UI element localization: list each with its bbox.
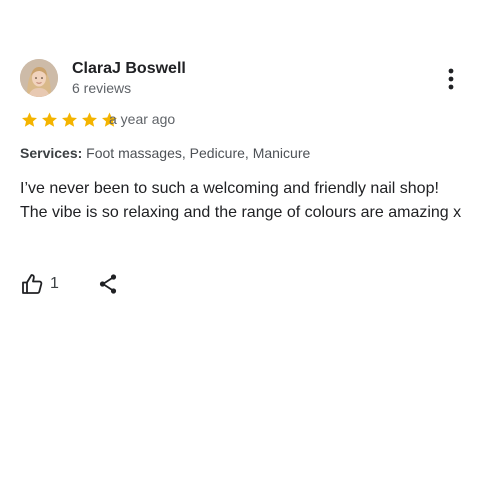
services-value: Foot massages, Pedicure, Manicure [86,145,311,161]
avatar[interactable] [20,59,58,97]
services-line: Services: Foot massages, Pedicure, Manic… [20,145,310,161]
more-options-button[interactable] [440,66,462,92]
review-text: I’ve never been to such a welcoming and … [20,180,462,221]
review-date: a year ago [109,111,176,127]
star-rating [20,111,119,129]
author-name[interactable]: ClaraJ Boswell [72,60,186,78]
share-button[interactable] [96,272,120,296]
review-card: ClaraJ Boswell 6 reviews a year ago Serv… [0,0,480,480]
star-icon [22,112,37,127]
more-vert-icon [448,68,454,90]
star-icon [62,112,77,127]
share-icon [99,274,117,294]
like-count: 1 [50,275,59,292]
avatar-image [20,59,58,97]
star-icon [42,112,57,127]
thumbs-up-icon [22,274,43,294]
star-icon [82,112,97,127]
author-review-count[interactable]: 6 reviews [72,80,131,96]
services-label: Services: [20,145,83,161]
like-button[interactable]: 1 [20,272,59,296]
